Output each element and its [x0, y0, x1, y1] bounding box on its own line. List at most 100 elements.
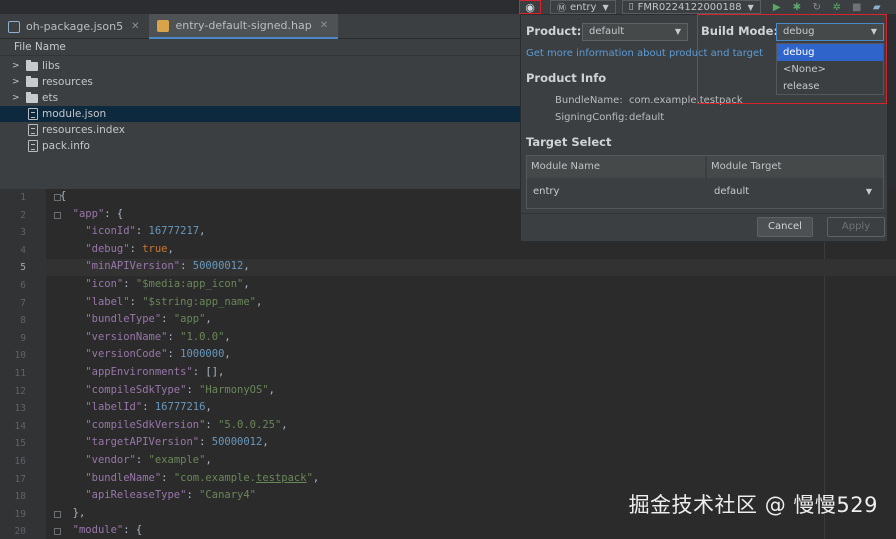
code-line[interactable]: "vendor": "example", — [60, 454, 211, 466]
tree-item-label: libs — [42, 60, 60, 72]
tree-item-label: module.json — [42, 108, 107, 120]
product-select[interactable]: default ▼ — [582, 23, 688, 41]
cancel-button[interactable]: Cancel — [757, 217, 813, 237]
run-toolbar: ◉ Ⓜ entry ▼ ▯ FMR0224122000188 ▼ ▶ ✱ ↻ ✲… — [520, 0, 896, 14]
code-line[interactable]: "versionCode": 1000000, — [60, 348, 230, 360]
highlight-box-build-mode — [697, 14, 887, 104]
code-line[interactable]: "targetAPIVersion": 50000012, — [60, 436, 268, 448]
chevron-down-icon: ▼ — [865, 187, 872, 196]
code-line[interactable]: "appEnvironments": [], — [60, 366, 224, 378]
line-number: 13 — [14, 403, 26, 415]
code-line[interactable]: "labelId": 16777216, — [60, 401, 211, 413]
tab-oh-package-json5[interactable]: oh-package.json5 ✕ — [0, 14, 149, 39]
code-line[interactable]: "app": { — [60, 208, 124, 220]
hap-archive-icon — [157, 19, 170, 32]
code-line[interactable]: "debug": true, — [60, 243, 174, 255]
code-line[interactable]: "bundleName": "com.example.testpack", — [60, 472, 319, 484]
target-select-table: Module Name Module Target entry default … — [526, 155, 884, 209]
line-number-gutter: 1 2 3 4 5 6 7 8 9 10 11 12 13 14 15 16 17 18 19 20 — [0, 189, 61, 539]
line-number: 2 — [20, 209, 26, 221]
tree-item-module-json[interactable]: module.json — [0, 106, 520, 122]
line-number: 5 — [20, 262, 26, 274]
tree-item-label: ets — [42, 92, 59, 104]
json-file-icon — [8, 20, 20, 33]
device-dropdown[interactable]: ▯ FMR0224122000188 ▼ — [621, 0, 761, 14]
code-line[interactable]: "label": "$string:app_name", — [60, 296, 262, 308]
folder-icon — [26, 91, 38, 103]
line-number: 18 — [14, 491, 26, 503]
file-icon — [28, 108, 38, 120]
profile-icon[interactable]: ↻ — [809, 2, 825, 13]
line-number: 12 — [14, 385, 26, 397]
product-select-value: default — [589, 26, 625, 37]
code-line[interactable]: }, — [60, 507, 86, 519]
product-label: Product: — [526, 24, 582, 38]
tab-label: entry-default-signed.hap — [175, 19, 312, 32]
line-number: 17 — [14, 473, 26, 485]
code-line[interactable]: "minAPIVersion": 50000012, — [60, 260, 249, 272]
line-number: 9 — [20, 332, 26, 344]
chevron-right-icon[interactable]: > — [12, 77, 22, 87]
line-number: 19 — [14, 508, 26, 520]
dialog-divider — [521, 213, 889, 214]
module-target-value: default — [714, 186, 750, 197]
code-line[interactable]: "versionName": "1.0.0", — [60, 331, 230, 343]
device-dropdown-label: FMR0224122000188 — [637, 1, 742, 13]
tree-header: File Name — [0, 39, 520, 56]
stop-icon[interactable]: ■ — [849, 2, 865, 13]
line-number: 16 — [14, 456, 26, 467]
tree-item-resources[interactable]: > resources — [0, 74, 520, 90]
product-info-title: Product Info — [526, 71, 607, 85]
tree-item-ets[interactable]: > ets — [0, 90, 520, 106]
line-number: 14 — [14, 420, 26, 432]
module-dropdown[interactable]: Ⓜ entry ▼ — [550, 0, 616, 14]
code-line[interactable]: "iconId": 16777217, — [60, 225, 205, 237]
hap-file-tree: File Name > libs > resources > ets modul… — [0, 39, 520, 189]
bundle-name-label: BundleName: — [555, 95, 623, 106]
code-line[interactable]: "compileSdkType": "HarmonyOS", — [60, 384, 275, 396]
apply-button[interactable]: Apply — [827, 217, 885, 237]
code-line[interactable]: "apiReleaseType": "Canary4" — [60, 489, 256, 501]
chevron-down-icon: ▼ — [747, 2, 754, 12]
run-icon[interactable]: ▶ — [769, 2, 785, 13]
code-line[interactable]: "icon": "$media:app_icon", — [60, 278, 249, 290]
tree-item-label: pack.info — [42, 140, 90, 152]
attach-debugger-icon[interactable]: ✲ — [829, 2, 845, 13]
signing-config-label: SigningConfig: — [555, 112, 628, 123]
close-icon[interactable]: ✕ — [320, 20, 328, 31]
highlight-box-settings — [519, 0, 541, 14]
chevron-down-icon: ▼ — [674, 27, 681, 36]
code-line[interactable]: { — [60, 190, 66, 202]
code-line[interactable]: "compileSdkVersion": "5.0.0.25", — [60, 419, 287, 431]
line-number: 15 — [14, 438, 26, 450]
tab-label: oh-package.json5 — [26, 20, 124, 33]
chevron-right-icon[interactable]: > — [12, 93, 22, 103]
code-line[interactable]: "bundleType": "app", — [60, 313, 211, 325]
debug-icon[interactable]: ✱ — [789, 2, 805, 13]
line-number: 3 — [20, 227, 26, 239]
close-icon[interactable]: ✕ — [131, 21, 139, 32]
tab-entry-default-signed-hap[interactable]: entry-default-signed.hap ✕ — [149, 14, 339, 39]
column-header-module-name[interactable]: Module Name — [527, 156, 705, 178]
line-number: 1 — [20, 192, 26, 203]
module-dropdown-label: entry — [570, 1, 597, 13]
file-icon — [28, 140, 38, 152]
code-line[interactable]: "module": { — [60, 524, 143, 536]
target-select-title: Target Select — [526, 135, 612, 149]
tree-item-libs[interactable]: > libs — [0, 58, 520, 74]
tree-item-resources-index[interactable]: resources.index — [0, 122, 520, 138]
cell-module-name: entry — [533, 186, 560, 197]
folder-icon — [26, 75, 38, 87]
module-target-select[interactable]: default ▼ — [707, 182, 879, 202]
line-number: 10 — [14, 350, 26, 362]
chevron-right-icon[interactable]: > — [12, 61, 22, 71]
column-header-module-target[interactable]: Module Target — [707, 156, 883, 178]
editor-tab-bar: oh-package.json5 ✕ entry-default-signed.… — [0, 14, 520, 39]
file-icon — [28, 124, 38, 136]
chevron-down-icon: ▼ — [602, 2, 609, 12]
folder-icon[interactable]: ▰ — [869, 2, 885, 13]
line-number: 20 — [14, 526, 26, 538]
tree-item-label: resources.index — [42, 124, 125, 136]
line-number: 6 — [20, 280, 26, 291]
tree-item-pack-info[interactable]: pack.info — [0, 138, 520, 154]
